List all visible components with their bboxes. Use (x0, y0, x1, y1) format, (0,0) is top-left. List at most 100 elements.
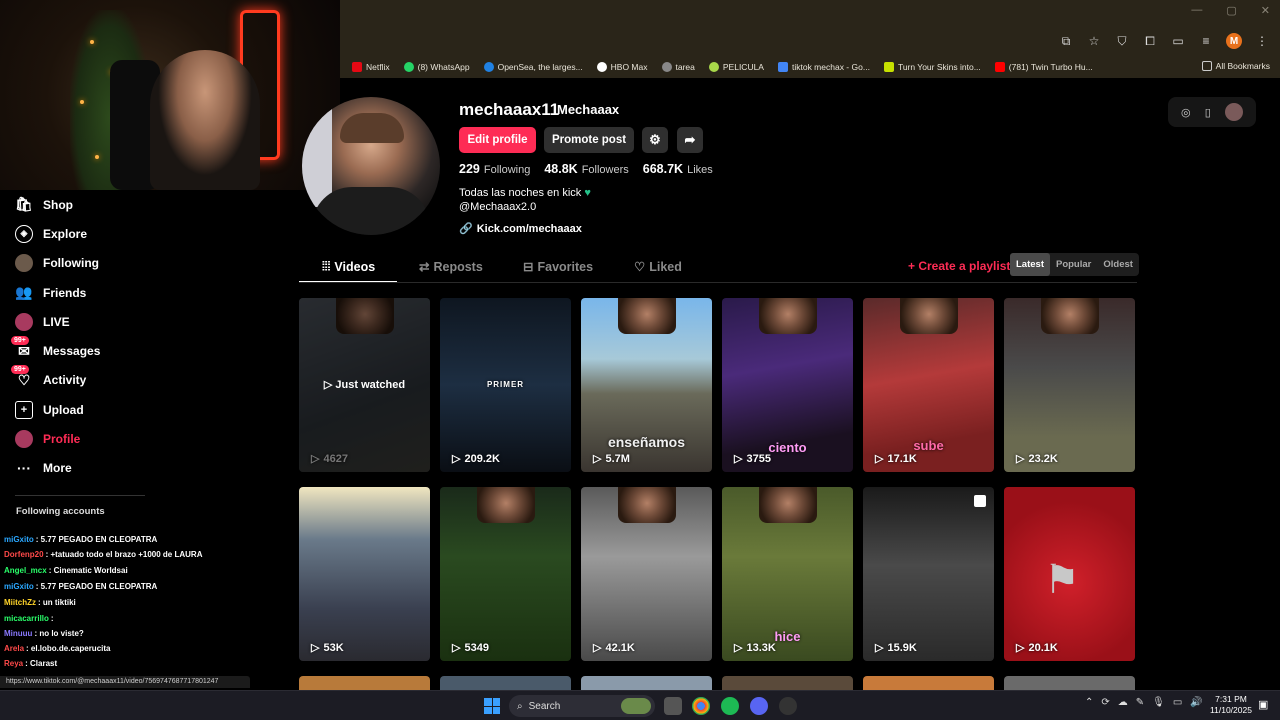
sidebar-item-activity[interactable]: ♡ 99+ Activity (0, 365, 300, 395)
view-count: ▷ 13.3K (734, 641, 776, 655)
chat-line: miGxito: 5.77 PEGADO EN CLEOPATRA (4, 535, 158, 544)
app-icon[interactable] (779, 697, 797, 715)
volume-icon[interactable]: 🔊 (1190, 697, 1202, 708)
chevron-up-icon[interactable]: ⌃ (1085, 697, 1093, 708)
star-icon[interactable]: ☆ (1086, 33, 1102, 49)
sort-popular[interactable]: Popular (1050, 253, 1097, 276)
sidebar-item-profile[interactable]: Profile (0, 424, 300, 453)
maximize-icon[interactable]: ▢ (1226, 4, 1236, 17)
sidebar-item-friends[interactable]: 👥 Friends (0, 278, 300, 307)
video-tile[interactable]: ▷ 5349 (440, 487, 571, 661)
video-tile[interactable]: sube ▷ 17.1K (863, 298, 994, 472)
video-tile[interactable]: enseñamos ▷ 5.7M (581, 298, 712, 472)
tab-liked[interactable]: ♡ Liked (634, 259, 682, 275)
video-tile[interactable] (1004, 676, 1135, 690)
sidebar-item-explore[interactable]: ◈ Explore (0, 219, 300, 248)
bookmark-tarea[interactable]: tarea (661, 62, 695, 72)
sidebar-item-more[interactable]: ··· More (0, 454, 300, 483)
menu-icon[interactable]: ⋮ (1254, 33, 1270, 49)
video-tile[interactable] (440, 676, 571, 690)
windows-start-icon[interactable] (484, 698, 500, 714)
bookmark-netflix[interactable]: Netflix (352, 62, 390, 72)
skins-icon (883, 62, 894, 72)
sidebar-item-upload[interactable]: + Upload (0, 395, 300, 424)
live-icon (15, 312, 33, 331)
tab-videos[interactable]: ⦙⦙⦙ Videos (322, 259, 375, 274)
following-stat[interactable]: 229 Following (459, 162, 530, 176)
all-bookmarks[interactable]: All Bookmarks (1201, 61, 1270, 71)
compass-icon[interactable]: ◎ (1181, 106, 1191, 119)
video-tile[interactable]: ▷ 42.1K (581, 487, 712, 661)
minimize-icon[interactable]: — (1191, 4, 1202, 17)
bookmark-skins[interactable]: Turn Your Skins into... (883, 62, 981, 72)
link-icon: 🔗 (459, 223, 473, 235)
clock[interactable]: 7:31 PM 11/10/2025 (1208, 694, 1254, 716)
extensions-icon[interactable]: ⧠ (1142, 33, 1158, 49)
video-tile[interactable]: ciento ▷ 3755 (722, 298, 853, 472)
phone-icon[interactable]: ▯ (1205, 106, 1211, 119)
chrome-icon[interactable] (692, 697, 710, 715)
messages-badge: 99+ (11, 336, 29, 346)
friends-icon: 👥 (15, 284, 33, 301)
drive-icon (777, 62, 788, 72)
video-tile[interactable]: ⚑ ▷ 20.1K (1004, 487, 1135, 661)
link-status-bar: https://www.tiktok.com/@mechaaax11/video… (0, 676, 250, 688)
video-tile[interactable]: PRIMER ▷ 209.2K (440, 298, 571, 472)
install-app-icon[interactable]: ⧉ (1058, 33, 1074, 49)
video-tile[interactable]: ▷ 53K (299, 487, 430, 661)
sidebar-item-following[interactable]: Following (0, 249, 300, 278)
video-tile[interactable]: ▷ 23.2K (1004, 298, 1135, 472)
bookmark-whatsapp[interactable]: (8) WhatsApp (403, 62, 470, 72)
edit-profile-button[interactable]: Edit profile (459, 127, 536, 153)
sidepanel-icon[interactable]: ▭ (1170, 33, 1186, 49)
profile-link[interactable]: 🔗 Kick.com/mechaaax (459, 222, 582, 236)
share-button[interactable]: ➦ (677, 127, 703, 153)
mic-icon[interactable]: 🎙 (1152, 697, 1165, 708)
video-tile[interactable]: hice ▷ 13.3K (722, 487, 853, 661)
settings-button[interactable]: ⚙ (642, 127, 668, 153)
shield-icon[interactable]: ⛉ (1114, 33, 1130, 49)
video-tile[interactable]: ▷ 15.9K (863, 487, 994, 661)
followers-stat[interactable]: 48.8K Followers (544, 162, 628, 176)
profile-avatar-icon[interactable]: M (1226, 33, 1242, 49)
view-count: ▷ 15.9K (875, 641, 917, 655)
create-playlist-button[interactable]: + Create a playlist (908, 259, 1010, 273)
sidebar-item-messages[interactable]: ✉ 99+ Messages (0, 336, 300, 365)
bookmark-pelicula[interactable]: PELICULA (708, 62, 764, 72)
gear-icon: ⚙ (649, 132, 661, 147)
bookmark-drive[interactable]: tiktok mechax - Go... (777, 62, 870, 72)
notification-icon[interactable]: ▣ (1258, 698, 1268, 711)
discord-icon[interactable] (750, 697, 768, 715)
avatar-icon[interactable] (1224, 103, 1243, 121)
video-tile[interactable]: ▷ Just watched ▷ 4627 (299, 298, 430, 472)
bookmark-opensea[interactable]: OpenSea, the larges... (483, 62, 583, 72)
pen-icon[interactable]: ✎ (1136, 697, 1144, 708)
sort-oldest[interactable]: Oldest (1097, 253, 1139, 276)
video-tile[interactable] (299, 676, 430, 690)
close-icon[interactable]: ✕ (1261, 4, 1270, 17)
task-view-icon[interactable] (664, 697, 682, 715)
tab-reposts[interactable]: ⇄ Reposts (419, 259, 483, 275)
sidebar-item-shop[interactable]: 🛍 Shop (0, 190, 300, 219)
activity-icon: ♡ 99+ (11, 365, 33, 389)
view-count: ▷ 42.1K (593, 641, 635, 655)
video-tile[interactable] (863, 676, 994, 690)
promote-post-button[interactable]: Promote post (544, 127, 634, 153)
media-icon[interactable]: ≡ (1198, 33, 1214, 49)
more-icon: ··· (17, 460, 31, 477)
bookmark-youtube[interactable]: (781) Twin Turbo Hu... (994, 62, 1093, 72)
bookmark-hbomax[interactable]: HBO Max (596, 62, 648, 72)
sort-latest[interactable]: Latest (1010, 253, 1050, 276)
taskbar-search[interactable]: ⌕ Search (509, 695, 655, 717)
sync-icon[interactable]: ⟳ (1101, 697, 1109, 708)
video-tile[interactable] (722, 676, 853, 690)
profile-avatar[interactable] (302, 97, 440, 235)
network-icon[interactable]: ▭ (1173, 697, 1182, 708)
tab-favorites[interactable]: ⊟ Favorites (523, 259, 593, 275)
spotify-icon[interactable] (721, 697, 739, 715)
grid-icon: ⦙⦙⦙ (322, 259, 331, 273)
view-count: ▷ 5.7M (593, 452, 630, 466)
sidebar-item-live[interactable]: LIVE (0, 307, 300, 336)
video-tile[interactable] (581, 676, 712, 690)
cloud-icon[interactable]: ☁ (1118, 697, 1128, 708)
